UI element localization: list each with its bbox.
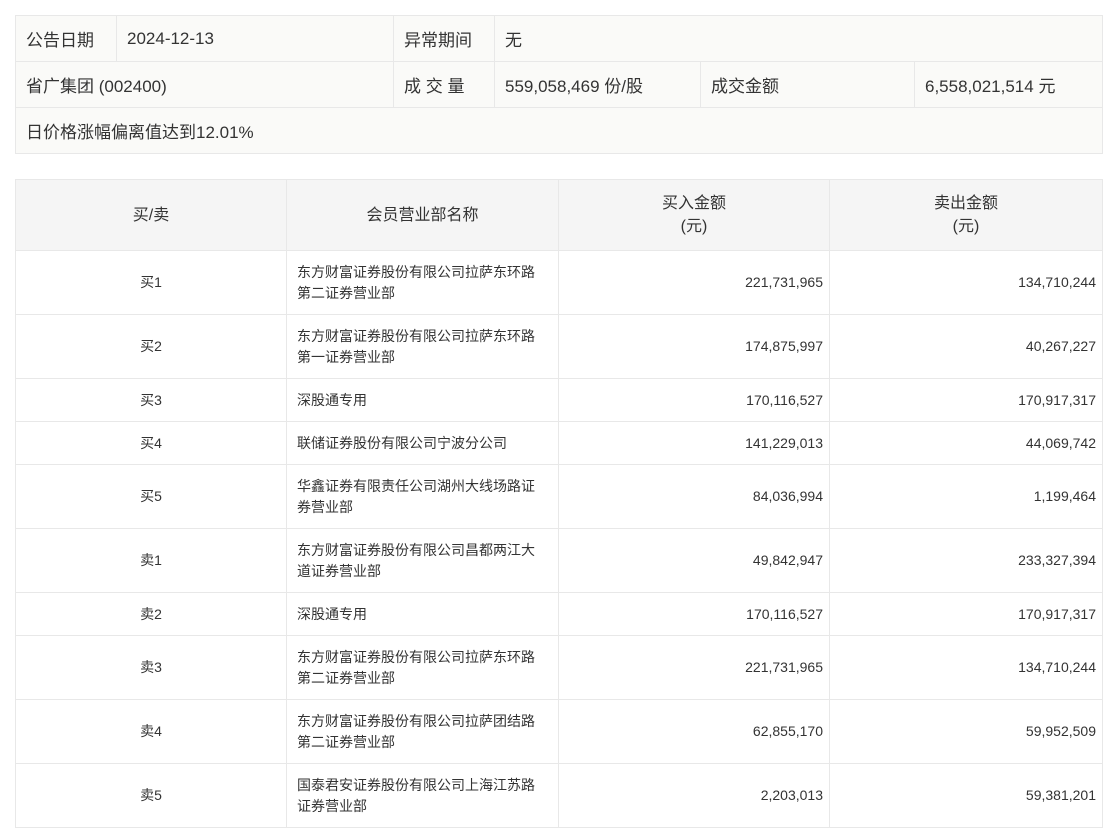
broker-line1: 东方财富证券股份有限公司拉萨团结路	[297, 712, 535, 729]
buy-amount-cell: 170,116,527	[558, 592, 830, 636]
broker-cell: 深股通专用	[286, 378, 559, 422]
table-row: 卖3 东方财富证券股份有限公司拉萨东环路 第二证券营业部 221,731,965 134…	[15, 635, 1103, 700]
broker-cell: 东方财富证券股份有限公司昌都两江大 道证券营业部	[286, 528, 559, 593]
broker-cell: 东方财富证券股份有限公司拉萨东环路 第二证券营业部	[286, 250, 559, 315]
broker-cell: 联储证券股份有限公司宁波分公司	[286, 421, 559, 465]
side-cell: 买5	[15, 464, 287, 529]
broker-cell: 国泰君安证券股份有限公司上海江苏路 证券营业部	[286, 763, 559, 828]
table-row: 买3 深股通专用 170,116,527 170,917,317	[15, 378, 1103, 422]
side-cell: 买3	[15, 378, 287, 422]
period-label: 异常期间	[393, 15, 495, 62]
broker-line2: 第二证券营业部	[297, 733, 395, 750]
stock-info-table: 公告日期 2024-12-13 异常期间 无 省广集团 (002400) 成 交…	[14, 15, 1104, 154]
header-buy-line2: (元)	[680, 218, 708, 235]
volume-label: 成 交 量	[393, 61, 495, 108]
broker-cell: 东方财富证券股份有限公司拉萨东环路 第二证券营业部	[286, 635, 559, 700]
sell-amount-cell: 233,327,394	[829, 528, 1103, 593]
broker-line1: 东方财富证券股份有限公司昌都两江大	[297, 541, 535, 558]
table-row: 买4 联储证券股份有限公司宁波分公司 141,229,013 44,069,742	[15, 421, 1103, 465]
side-cell: 买1	[15, 250, 287, 315]
header-sell-line2: (元)	[952, 218, 980, 235]
stock-name: 省广集团 (002400)	[15, 61, 394, 108]
sell-amount-cell: 134,710,244	[829, 635, 1103, 700]
period-value: 无	[493, 15, 1104, 62]
buy-amount-cell: 2,203,013	[558, 763, 830, 828]
header-buy: 买入金额 (元)	[558, 179, 830, 251]
date-value: 2024-12-13	[116, 15, 394, 62]
buy-amount-cell: 141,229,013	[558, 421, 830, 465]
side-cell: 卖2	[15, 592, 287, 636]
table-row: 买5 华鑫证券有限责任公司湖州大线场路证 券营业部 84,036,994 1,199,4…	[15, 464, 1103, 529]
buy-amount-cell: 49,842,947	[558, 528, 830, 593]
sell-amount-cell: 40,267,227	[829, 314, 1103, 379]
broker-line2: 道证券营业部	[297, 562, 381, 579]
amount-value: 6,558,021,514 元	[913, 61, 1104, 108]
broker-cell: 深股通专用	[286, 592, 559, 636]
broker-detail-table: 买/卖 会员营业部名称 买入金额 (元) 卖出金额 (元) 买1 东方财富证券股份有限…	[15, 179, 1103, 828]
broker-cell: 东方财富证券股份有限公司拉萨东环路 第一证券营业部	[286, 314, 559, 379]
side-cell: 卖5	[15, 763, 287, 828]
broker-line2: 第二证券营业部	[297, 669, 395, 686]
sell-amount-cell: 59,381,201	[829, 763, 1103, 828]
broker-cell: 东方财富证券股份有限公司拉萨团结路 第二证券营业部	[286, 699, 559, 764]
reason-text: 日价格涨幅偏离值达到12.01%	[14, 107, 1104, 154]
amount-label: 成交金额	[700, 61, 915, 108]
broker-line1: 华鑫证券有限责任公司湖州大线场路证	[297, 477, 535, 494]
buy-amount-cell: 174,875,997	[558, 314, 830, 379]
broker-line1: 国泰君安证券股份有限公司上海江苏路	[297, 776, 535, 793]
broker-line2: 证券营业部	[297, 797, 367, 814]
sell-amount-cell: 170,917,317	[829, 592, 1103, 636]
buy-amount-cell: 170,116,527	[558, 378, 830, 422]
broker-line1: 深股通专用	[297, 391, 367, 408]
side-cell: 卖3	[15, 635, 287, 700]
header-broker: 会员营业部名称	[286, 179, 559, 251]
broker-line1: 东方财富证券股份有限公司拉萨东环路	[297, 648, 535, 665]
buy-amount-cell: 84,036,994	[558, 464, 830, 529]
buy-amount-cell: 62,855,170	[558, 699, 830, 764]
header-buy-line1: 买入金额	[661, 195, 726, 212]
side-cell: 买2	[15, 314, 287, 379]
table-row: 卖5 国泰君安证券股份有限公司上海江苏路 证券营业部 2,203,013 59,381,…	[15, 763, 1103, 828]
sell-amount-cell: 170,917,317	[829, 378, 1103, 422]
volume-value: 559,058,469 份/股	[494, 61, 701, 108]
sell-amount-cell: 134,710,244	[829, 250, 1103, 315]
table-row: 卖1 东方财富证券股份有限公司昌都两江大 道证券营业部 49,842,947 233,3…	[15, 528, 1103, 593]
broker-line2: 第二证券营业部	[297, 284, 395, 301]
side-cell: 卖4	[15, 699, 287, 764]
table-header-row: 买/卖 会员营业部名称 买入金额 (元) 卖出金额 (元)	[15, 179, 1103, 251]
broker-line2: 券营业部	[297, 498, 353, 515]
broker-line1: 联储证券股份有限公司宁波分公司	[297, 434, 507, 451]
broker-line1: 深股通专用	[297, 605, 367, 622]
side-cell: 买4	[15, 421, 287, 465]
buy-amount-cell: 221,731,965	[558, 250, 830, 315]
buy-amount-cell: 221,731,965	[558, 635, 830, 700]
table-row: 买1 东方财富证券股份有限公司拉萨东环路 第二证券营业部 221,731,965 134…	[15, 250, 1103, 315]
header-sell: 卖出金额 (元)	[829, 179, 1103, 251]
broker-line2: 第一证券营业部	[297, 348, 395, 365]
header-side: 买/卖	[15, 179, 287, 251]
info-row-stock: 省广集团 (002400) 成 交 量 559,058,469 份/股 成交金额…	[15, 61, 1104, 108]
broker-cell: 华鑫证券有限责任公司湖州大线场路证 券营业部	[286, 464, 559, 529]
broker-line1: 东方财富证券股份有限公司拉萨东环路	[297, 263, 535, 280]
table-row: 卖2 深股通专用 170,116,527 170,917,317	[15, 592, 1103, 636]
table-row: 卖4 东方财富证券股份有限公司拉萨团结路 第二证券营业部 62,855,170 59,9…	[15, 699, 1103, 764]
info-row-date: 公告日期 2024-12-13 异常期间 无	[15, 15, 1104, 62]
info-row-reason: 日价格涨幅偏离值达到12.01%	[14, 107, 1104, 154]
sell-amount-cell: 59,952,509	[829, 699, 1103, 764]
header-sell-line1: 卖出金额	[933, 195, 998, 212]
broker-line1: 东方财富证券股份有限公司拉萨东环路	[297, 327, 535, 344]
sell-amount-cell: 44,069,742	[829, 421, 1103, 465]
table-row: 买2 东方财富证券股份有限公司拉萨东环路 第一证券营业部 174,875,997 40,…	[15, 314, 1103, 379]
date-label: 公告日期	[15, 15, 117, 62]
sell-amount-cell: 1,199,464	[829, 464, 1103, 529]
side-cell: 卖1	[15, 528, 287, 593]
